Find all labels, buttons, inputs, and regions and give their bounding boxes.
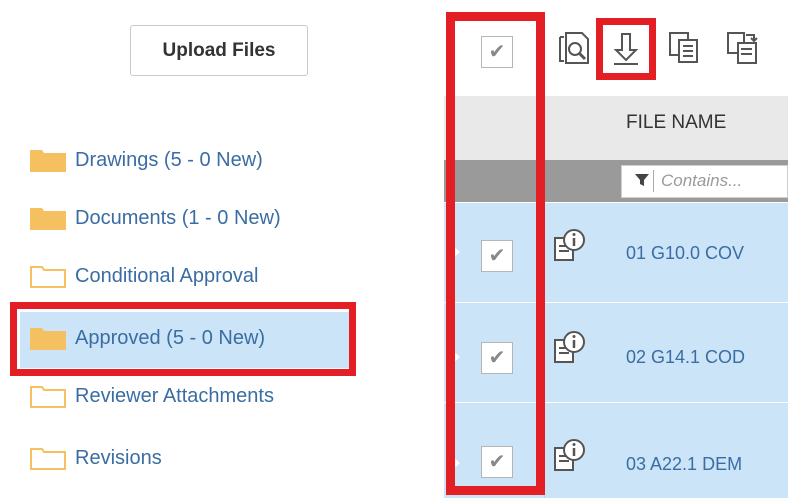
highlight-box-download [596, 18, 656, 80]
filter-separator [653, 170, 654, 192]
folder-label: Reviewer Attachments [75, 384, 274, 407]
folder-label: Documents (1 - 0 New) [75, 206, 281, 229]
upload-files-button[interactable]: Upload Files [130, 25, 308, 76]
folder-outline-icon [30, 264, 66, 288]
file-name[interactable]: 03 A22.1 DEM [626, 454, 742, 475]
file-name[interactable]: 02 G14.1 COD [626, 347, 745, 368]
file-info-icon[interactable] [553, 228, 587, 262]
folder-item-drawings[interactable]: Drawings (5 - 0 New) [30, 140, 263, 180]
folder-item-revisions[interactable]: Revisions [30, 438, 162, 478]
folder-label: Conditional Approval [75, 264, 259, 287]
file-info-icon[interactable] [553, 330, 587, 364]
folder-filled-icon [30, 148, 66, 172]
folder-filled-icon [30, 206, 66, 230]
highlight-box-checkbox-column [446, 12, 545, 495]
folder-item-documents[interactable]: Documents (1 - 0 New) [30, 198, 281, 238]
file-info-icon[interactable] [553, 438, 587, 472]
filter-funnel-icon[interactable] [634, 172, 650, 188]
search-document-icon[interactable] [558, 31, 590, 65]
copy-icon[interactable] [668, 31, 700, 65]
filter-placeholder: Contains... [661, 171, 743, 190]
file-name[interactable]: 01 G10.0 COV [626, 243, 744, 264]
move-icon[interactable] [726, 31, 758, 65]
highlight-box-approved [10, 302, 356, 376]
folder-label: Revisions [75, 446, 162, 469]
folder-item-conditional-approval[interactable]: Conditional Approval [30, 256, 258, 296]
folder-outline-icon [30, 384, 66, 408]
folder-outline-icon [30, 446, 66, 470]
folder-item-reviewer-attachments[interactable]: Reviewer Attachments [30, 376, 274, 416]
folder-label: Drawings (5 - 0 New) [75, 148, 263, 171]
column-header-label: FILE NAME [626, 112, 727, 133]
